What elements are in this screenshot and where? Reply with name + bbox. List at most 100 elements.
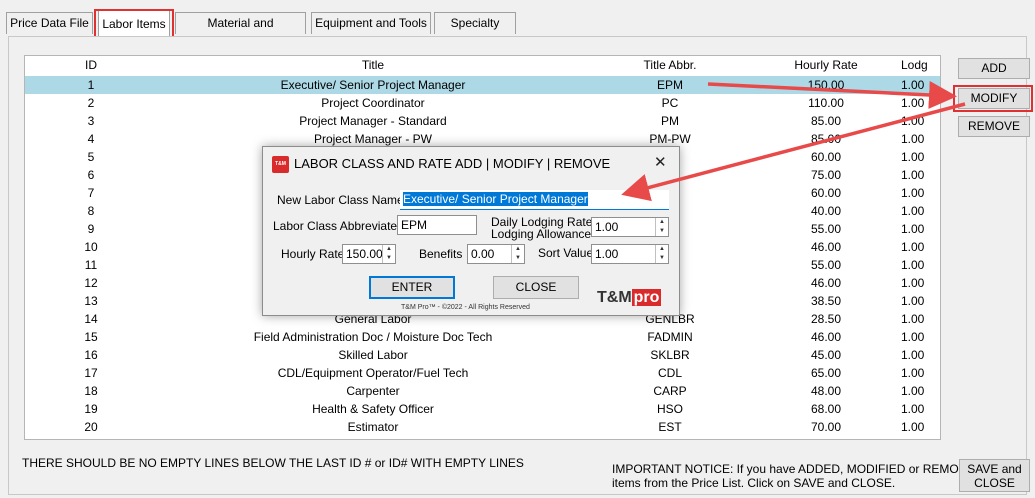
- table-row[interactable]: 15 Field Administration Doc / Moisture Do…: [25, 328, 940, 346]
- add-button[interactable]: ADD: [958, 58, 1030, 79]
- benefits-spinner[interactable]: 0.00 ▲ ▼: [467, 244, 525, 264]
- tab-labor-items[interactable]: Labor Items: [98, 10, 170, 36]
- cell-lodging: 1.00: [901, 366, 925, 380]
- cell-rate: 60.00: [810, 186, 842, 200]
- cell-title: Project Manager - Standard: [299, 114, 447, 128]
- cell-abbr: SKLBR: [650, 348, 690, 362]
- cell-id: 3: [87, 114, 95, 128]
- cell-rate: 70.00: [810, 420, 842, 434]
- table-row[interactable]: 1 Executive/ Senior Project Manager EPM 150…: [25, 76, 940, 94]
- sort-value-spinner[interactable]: 1.00 ▲ ▼: [591, 244, 669, 264]
- cell-lodging: 1.00: [901, 240, 925, 254]
- enter-button[interactable]: ENTER: [369, 276, 455, 299]
- remove-button[interactable]: REMOVE: [958, 116, 1030, 137]
- lodging-spinner[interactable]: 1.00 ▲ ▼: [591, 217, 669, 237]
- header-hourly-rate[interactable]: Hourly Rate: [751, 58, 901, 72]
- header-lodging[interactable]: Lodg: [901, 58, 940, 72]
- cell-title: Field Administration Doc / Moisture Doc …: [253, 330, 493, 344]
- spin-arrows-icon[interactable]: ▲ ▼: [655, 218, 668, 236]
- cell-rate: 85.00: [810, 132, 842, 146]
- benefits-value: 0.00: [471, 247, 495, 261]
- close-button[interactable]: CLOSE: [493, 276, 579, 299]
- hourly-rate-spinner[interactable]: 150.00 ▲ ▼: [342, 244, 396, 264]
- cell-abbr: PC: [661, 96, 679, 110]
- tab-material-and-consumable[interactable]: Material and Consumable: [175, 12, 306, 50]
- sort-value-label: Sort Value: [538, 246, 594, 260]
- header-title-abbr[interactable]: Title Abbr.: [589, 58, 751, 72]
- cell-id: 9: [87, 222, 95, 236]
- cell-rate: 48.00: [810, 384, 842, 398]
- dialog-title: LABOR CLASS AND RATE ADD | MODIFY | REMO…: [294, 156, 611, 171]
- cell-title: CDL/Equipment Operator/Fuel Tech: [277, 366, 469, 380]
- cell-id: 7: [87, 186, 95, 200]
- name-label: New Labor Class Name: [277, 193, 404, 207]
- table-row[interactable]: 17 CDL/Equipment Operator/Fuel Tech CDL 65.…: [25, 364, 940, 382]
- cell-lodging: 1.00: [901, 132, 925, 146]
- table-row[interactable]: 3 Project Manager - Standard PM 85.00 1.00: [25, 112, 940, 130]
- cell-lodging: 1.00: [901, 114, 925, 128]
- cell-abbr: CDL: [657, 366, 682, 380]
- table-row[interactable]: 16 Skilled Labor SKLBR 45.00 1.00: [25, 346, 940, 364]
- empty-lines-note: THERE SHOULD BE NO EMPTY LINES BELOW THE…: [22, 456, 524, 470]
- save-and-close-button[interactable]: SAVE and CLOSE: [959, 459, 1030, 492]
- cell-rate: 40.00: [810, 204, 842, 218]
- brand-pro: pro: [631, 289, 662, 306]
- spin-arrows-icon[interactable]: ▲ ▼: [382, 245, 395, 263]
- cell-lodging: 1.00: [901, 150, 925, 164]
- copyright-text: T&M Pro™ - ©2022 - All Rights Reserved: [401, 304, 530, 311]
- cell-lodging: 1.00: [901, 78, 925, 92]
- cell-rate: 46.00: [810, 276, 842, 290]
- tab-price-data-file[interactable]: Price Data File: [6, 12, 93, 34]
- cell-rate: 65.00: [810, 366, 842, 380]
- cell-title: Executive/ Senior Project Manager: [280, 78, 466, 92]
- cell-id: 1: [87, 78, 95, 92]
- header-id[interactable]: ID: [25, 58, 157, 72]
- close-icon[interactable]: ✕: [654, 153, 667, 171]
- cell-id: 19: [84, 402, 98, 416]
- cell-lodging: 1.00: [901, 348, 925, 362]
- tab-bar: Price Data File Labor Items Material and…: [0, 0, 1035, 50]
- modify-button[interactable]: MODIFY: [958, 88, 1030, 109]
- cell-abbr: EPM: [656, 78, 683, 92]
- cell-lodging: 1.00: [901, 402, 925, 416]
- table-row[interactable]: 18 Carpenter CARP 48.00 1.00: [25, 382, 940, 400]
- table-row[interactable]: 19 Health & Safety Officer HSO 68.00 1.00: [25, 400, 940, 418]
- table-row[interactable]: 20 Estimator EST 70.00 1.00: [25, 418, 940, 436]
- benefits-label: Benefits: [419, 247, 463, 261]
- cell-rate: 75.00: [810, 168, 842, 182]
- abbr-label: Labor Class Abbreviated: [273, 219, 404, 233]
- abbr-input[interactable]: EPM: [397, 215, 477, 235]
- cell-title: Project Coordinator: [321, 96, 425, 110]
- tab-equipment-and-tools[interactable]: Equipment and Tools: [311, 12, 431, 34]
- spin-arrows-icon[interactable]: ▲ ▼: [511, 245, 524, 263]
- tab-specialty-items[interactable]: Specialty Items: [434, 12, 516, 50]
- notice-line-1: IMPORTANT NOTICE: If you have ADDED, MOD…: [612, 462, 984, 476]
- spin-arrows-icon[interactable]: ▲ ▼: [655, 245, 668, 263]
- important-notice: IMPORTANT NOTICE: If you have ADDED, MOD…: [612, 462, 983, 490]
- cell-lodging: 1.00: [901, 204, 925, 218]
- cell-rate: 45.00: [810, 348, 842, 362]
- cell-lodging: 1.00: [901, 168, 925, 182]
- cell-lodging: 1.00: [901, 222, 925, 236]
- cell-lodging: 1.00: [901, 330, 925, 344]
- cell-id: 5: [87, 150, 95, 164]
- cell-title: Skilled Labor: [338, 348, 408, 362]
- cell-lodging: 1.00: [901, 384, 925, 398]
- cell-lodging: 1.00: [901, 96, 925, 110]
- lodging-label-line-2: Lodging Allowance: [491, 227, 592, 241]
- header-title[interactable]: Title: [157, 58, 589, 72]
- cell-lodging: 1.00: [901, 258, 925, 272]
- cell-id: 12: [84, 276, 98, 290]
- cell-abbr: CARP: [653, 384, 687, 398]
- cell-rate: 28.50: [810, 312, 842, 326]
- labor-class-name-input[interactable]: Executive/ Senior Project Manager: [400, 190, 669, 210]
- brand-logo: T&M pro: [597, 289, 662, 307]
- grid-header: ID Title Title Abbr. Hourly Rate Lodg: [25, 58, 940, 76]
- name-value: Executive/ Senior Project Manager: [403, 192, 588, 206]
- cell-rate: 68.00: [810, 402, 842, 416]
- cell-id: 14: [84, 312, 98, 326]
- cell-abbr: EST: [658, 420, 682, 434]
- hourly-rate-value: 150.00: [346, 247, 383, 261]
- cell-lodging: 1.00: [901, 420, 925, 434]
- table-row[interactable]: 2 Project Coordinator PC 110.00 1.00: [25, 94, 940, 112]
